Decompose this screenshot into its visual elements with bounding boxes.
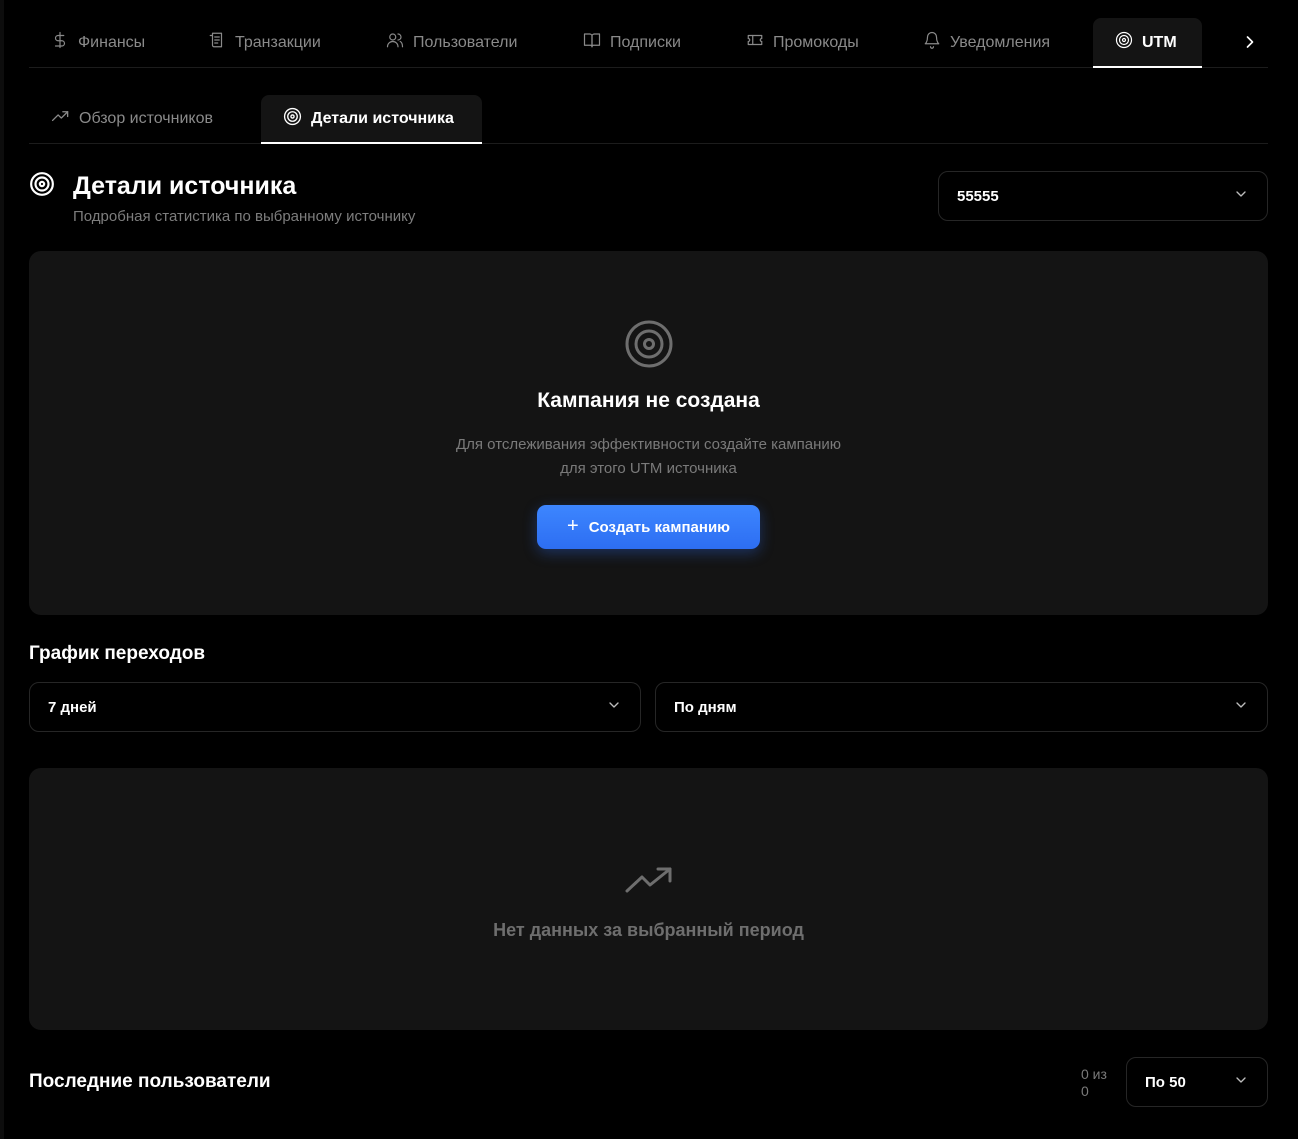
- nav-item-label: UTM: [1142, 33, 1177, 51]
- per-page-select[interactable]: По 50: [1126, 1057, 1268, 1107]
- chart-empty-text: Нет данных за выбранный период: [493, 920, 804, 940]
- recent-users-title: Последние пользователи: [29, 1071, 271, 1092]
- target-icon: [29, 171, 55, 197]
- nav-item-label: Подписки: [610, 33, 681, 51]
- users-count-line: 0 из: [1081, 1066, 1107, 1082]
- target-icon: [624, 319, 674, 369]
- chart-section-title: График переходов: [29, 643, 206, 664]
- campaign-desc-line: для этого UTM источника: [560, 460, 737, 477]
- nav-item-label: Уведомления: [950, 33, 1051, 51]
- chevron-down-icon: [606, 697, 622, 717]
- left-edge: [0, 0, 4, 1139]
- utm-page: Финансы Транзакции Пользователи Подписки…: [0, 0, 1298, 1139]
- tab-label: Детали источника: [311, 110, 454, 127]
- create-campaign-label: Создать кампанию: [588, 518, 730, 536]
- nav-item-transactions[interactable]: Транзакции: [208, 18, 321, 67]
- page-subtitle: Подробная статистика по выбранному источ…: [73, 208, 416, 225]
- grouping-select[interactable]: По дням: [655, 682, 1268, 732]
- nav-item-subscriptions[interactable]: Подписки: [583, 18, 681, 67]
- source-select-value: 55555: [957, 187, 999, 205]
- bell-icon: [923, 31, 941, 54]
- dollar-icon: [51, 31, 69, 54]
- book-icon: [583, 31, 601, 54]
- chevron-down-icon: [1233, 186, 1249, 206]
- chart-card: Нет данных за выбранный период: [29, 768, 1268, 1030]
- chevron-down-icon: [1233, 1072, 1249, 1092]
- per-page-select-value: По 50: [1145, 1073, 1186, 1091]
- create-campaign-button[interactable]: + Создать кампанию: [537, 505, 760, 549]
- nav-item-label: Промокоды: [773, 33, 859, 51]
- source-select[interactable]: 55555: [938, 171, 1268, 221]
- nav-item-finance[interactable]: Финансы: [51, 18, 145, 67]
- ticket-icon: [746, 31, 764, 54]
- trending-up-icon: [51, 107, 70, 131]
- receipt-icon: [208, 31, 226, 54]
- campaign-empty-title: Кампания не создана: [537, 389, 760, 412]
- nav-item-users[interactable]: Пользователи: [386, 18, 517, 67]
- nav-item-notifications[interactable]: Уведомления: [923, 18, 1050, 67]
- nav-item-label: Транзакции: [235, 33, 321, 51]
- tab-source-details[interactable]: Детали источника: [261, 95, 482, 144]
- campaign-empty-description: Для отслеживания эффективности создайте …: [29, 433, 1268, 481]
- grouping-select-value: По дням: [674, 698, 737, 716]
- nav-item-promocodes[interactable]: Промокоды: [746, 18, 859, 67]
- tab-label: Обзор источников: [79, 110, 213, 127]
- plus-icon: +: [567, 515, 579, 537]
- nav-more-button[interactable]: [1240, 32, 1260, 52]
- campaign-card: Кампания не создана Для отслеживания эфф…: [29, 251, 1268, 615]
- users-icon: [386, 31, 404, 54]
- chevron-down-icon: [1233, 697, 1249, 717]
- users-count-line: 0: [1081, 1083, 1089, 1099]
- top-nav: Финансы Транзакции Пользователи Подписки…: [29, 18, 1268, 68]
- users-count: 0 из 0: [1081, 1066, 1107, 1100]
- campaign-desc-line: Для отслеживания эффективности создайте …: [455, 436, 842, 453]
- chevron-right-icon: [1240, 36, 1260, 56]
- sub-tabs: Обзор источников Детали источника: [29, 95, 1268, 144]
- nav-item-label: Пользователи: [413, 33, 518, 51]
- target-icon: [1115, 31, 1133, 54]
- tab-sources-overview[interactable]: Обзор источников: [51, 95, 213, 143]
- page-title: Детали источника: [73, 172, 297, 200]
- period-select-value: 7 дней: [48, 698, 97, 716]
- trending-up-icon: [624, 866, 674, 896]
- target-icon: [283, 107, 302, 131]
- nav-item-label: Финансы: [78, 33, 146, 51]
- period-select[interactable]: 7 дней: [29, 682, 641, 732]
- nav-item-utm[interactable]: UTM: [1093, 18, 1202, 68]
